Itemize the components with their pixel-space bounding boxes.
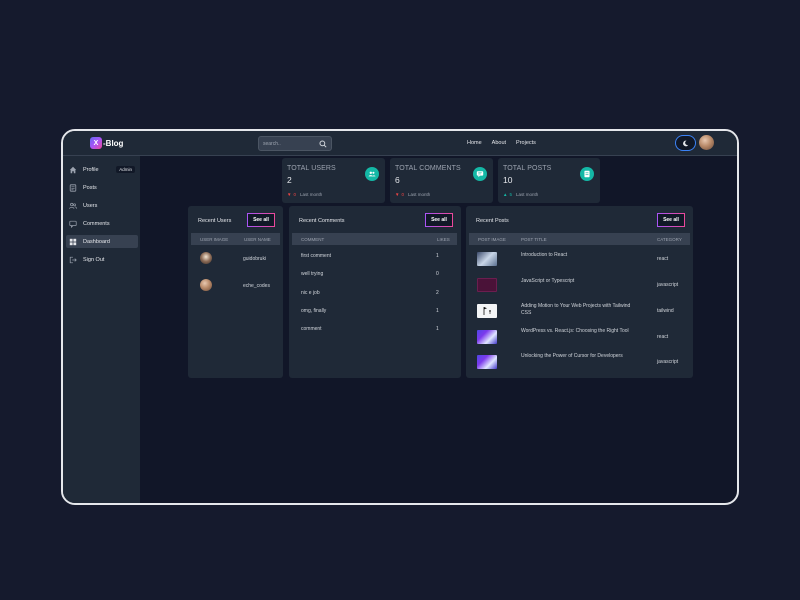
sign-out-icon — [69, 256, 77, 263]
see-all-users-button[interactable]: See all — [247, 213, 275, 227]
table-row[interactable]: well trying 0 — [292, 271, 457, 279]
home-icon — [69, 166, 77, 173]
nav-projects-link[interactable]: Projects — [516, 140, 536, 146]
sidebar-item-users[interactable]: Users — [66, 199, 138, 212]
stat-title: TOTAL USERS — [287, 165, 336, 172]
dashboard-icon — [69, 238, 77, 245]
post-thumbnail — [477, 304, 497, 318]
nav-home-link[interactable]: Home — [467, 140, 482, 146]
recent-comments-panel: Recent Comments See all Comment Likes fi… — [289, 206, 461, 378]
sidebar-item-label: Dashboard — [83, 238, 110, 245]
panel-title: Recent Posts — [476, 218, 509, 224]
post-thumbnail — [477, 252, 497, 266]
sidebar: Profile Admin Posts Users Comments Dashb… — [63, 156, 140, 503]
users-icon — [365, 167, 379, 181]
table-header: Comment Likes — [292, 233, 457, 245]
arrow-up-icon: ▲ — [503, 192, 508, 197]
sidebar-item-label: Sign Out — [83, 256, 105, 263]
user-avatar — [200, 252, 212, 264]
recent-users-panel: Recent Users See all User image User nam… — [188, 206, 283, 378]
logo-mark: X — [90, 137, 102, 149]
table-row[interactable]: first comment 1 — [292, 253, 457, 261]
stat-card-posts: TOTAL POSTS 10 ▲ 5 Last month — [498, 158, 600, 203]
recent-posts-panel: Recent Posts See all Post image Post Tit… — [466, 206, 693, 378]
see-all-posts-button[interactable]: See all — [657, 213, 685, 227]
sidebar-item-label: Users — [83, 202, 98, 209]
stat-card-users: TOTAL USERS 2 ▼ 0 Last month — [282, 158, 385, 203]
stat-value: 10 — [503, 175, 513, 185]
table-row[interactable]: guidobruki — [191, 252, 280, 266]
logo-text: -Blog — [103, 138, 124, 148]
see-all-comments-button[interactable]: See all — [425, 213, 453, 227]
top-navbar: X -Blog Home About Projects — [63, 131, 737, 156]
user-avatar — [200, 279, 212, 291]
stat-value: 6 — [395, 175, 400, 185]
panel-title: Recent Users — [198, 218, 232, 224]
logo[interactable]: X -Blog — [90, 137, 123, 149]
table-header: User image User name — [191, 233, 280, 245]
stat-delta: ▲ 5 Last month — [503, 192, 539, 197]
nav-about-link[interactable]: About — [492, 140, 506, 146]
admin-badge: Admin — [116, 166, 135, 173]
stat-delta: ▼ 0 Last month — [395, 192, 431, 197]
comments-icon — [69, 220, 77, 228]
table-row[interactable]: Adding Motion to Your Web Projects with … — [469, 303, 690, 319]
search-icon[interactable] — [319, 140, 327, 148]
chat-icon — [473, 167, 487, 181]
table-row[interactable]: JavaScript or Typescript javascript — [469, 278, 690, 292]
post-thumbnail — [477, 278, 497, 292]
stat-title: TOTAL POSTS — [503, 165, 552, 172]
users-icon — [69, 202, 77, 209]
moon-icon — [683, 140, 689, 146]
theme-toggle-button[interactable] — [675, 135, 696, 151]
sidebar-item-sign-out[interactable]: Sign Out — [66, 253, 138, 266]
post-thumbnail — [477, 355, 497, 369]
table-row[interactable]: comment 1 — [292, 326, 457, 334]
table-row[interactable]: nic e job 2 — [292, 290, 457, 298]
user-avatar-menu[interactable] — [699, 135, 714, 150]
search-box — [258, 136, 332, 151]
panel-title: Recent Comments — [299, 218, 345, 224]
table-row[interactable]: eche_codes — [191, 279, 280, 293]
table-header: Post image Post Title Category — [469, 233, 690, 245]
arrow-down-icon: ▼ — [395, 192, 400, 197]
stat-delta: ▼ 0 Last month — [287, 192, 323, 197]
arrow-down-icon: ▼ — [287, 192, 292, 197]
app-window: X -Blog Home About Projects Profile Admi… — [61, 129, 739, 505]
search-input[interactable] — [263, 139, 317, 149]
stat-value: 2 — [287, 175, 292, 185]
table-row[interactable]: omg, finally 1 — [292, 308, 457, 316]
sidebar-item-posts[interactable]: Posts — [66, 181, 138, 194]
stat-title: TOTAL COMMENTS — [395, 165, 461, 172]
main-nav: Home About Projects — [467, 140, 536, 146]
table-row[interactable]: Introduction to React react — [469, 252, 690, 266]
sidebar-item-profile[interactable]: Profile Admin — [66, 163, 138, 176]
sidebar-item-comments[interactable]: Comments — [66, 217, 138, 230]
post-thumbnail — [477, 330, 497, 344]
sidebar-item-label: Comments — [83, 220, 110, 227]
sidebar-item-dashboard[interactable]: Dashboard — [66, 235, 138, 248]
table-row[interactable]: Unlocking the Power of Cursor for Develo… — [469, 353, 690, 369]
sidebar-item-label: Profile — [83, 166, 99, 173]
table-row[interactable]: WordPress vs. React.js: Choosing the Rig… — [469, 328, 690, 344]
document-icon — [580, 167, 594, 181]
sidebar-item-label: Posts — [83, 184, 97, 191]
document-icon — [69, 183, 77, 192]
flag-icon — [483, 307, 491, 315]
stat-card-comments: TOTAL COMMENTS 6 ▼ 0 Last month — [390, 158, 493, 203]
